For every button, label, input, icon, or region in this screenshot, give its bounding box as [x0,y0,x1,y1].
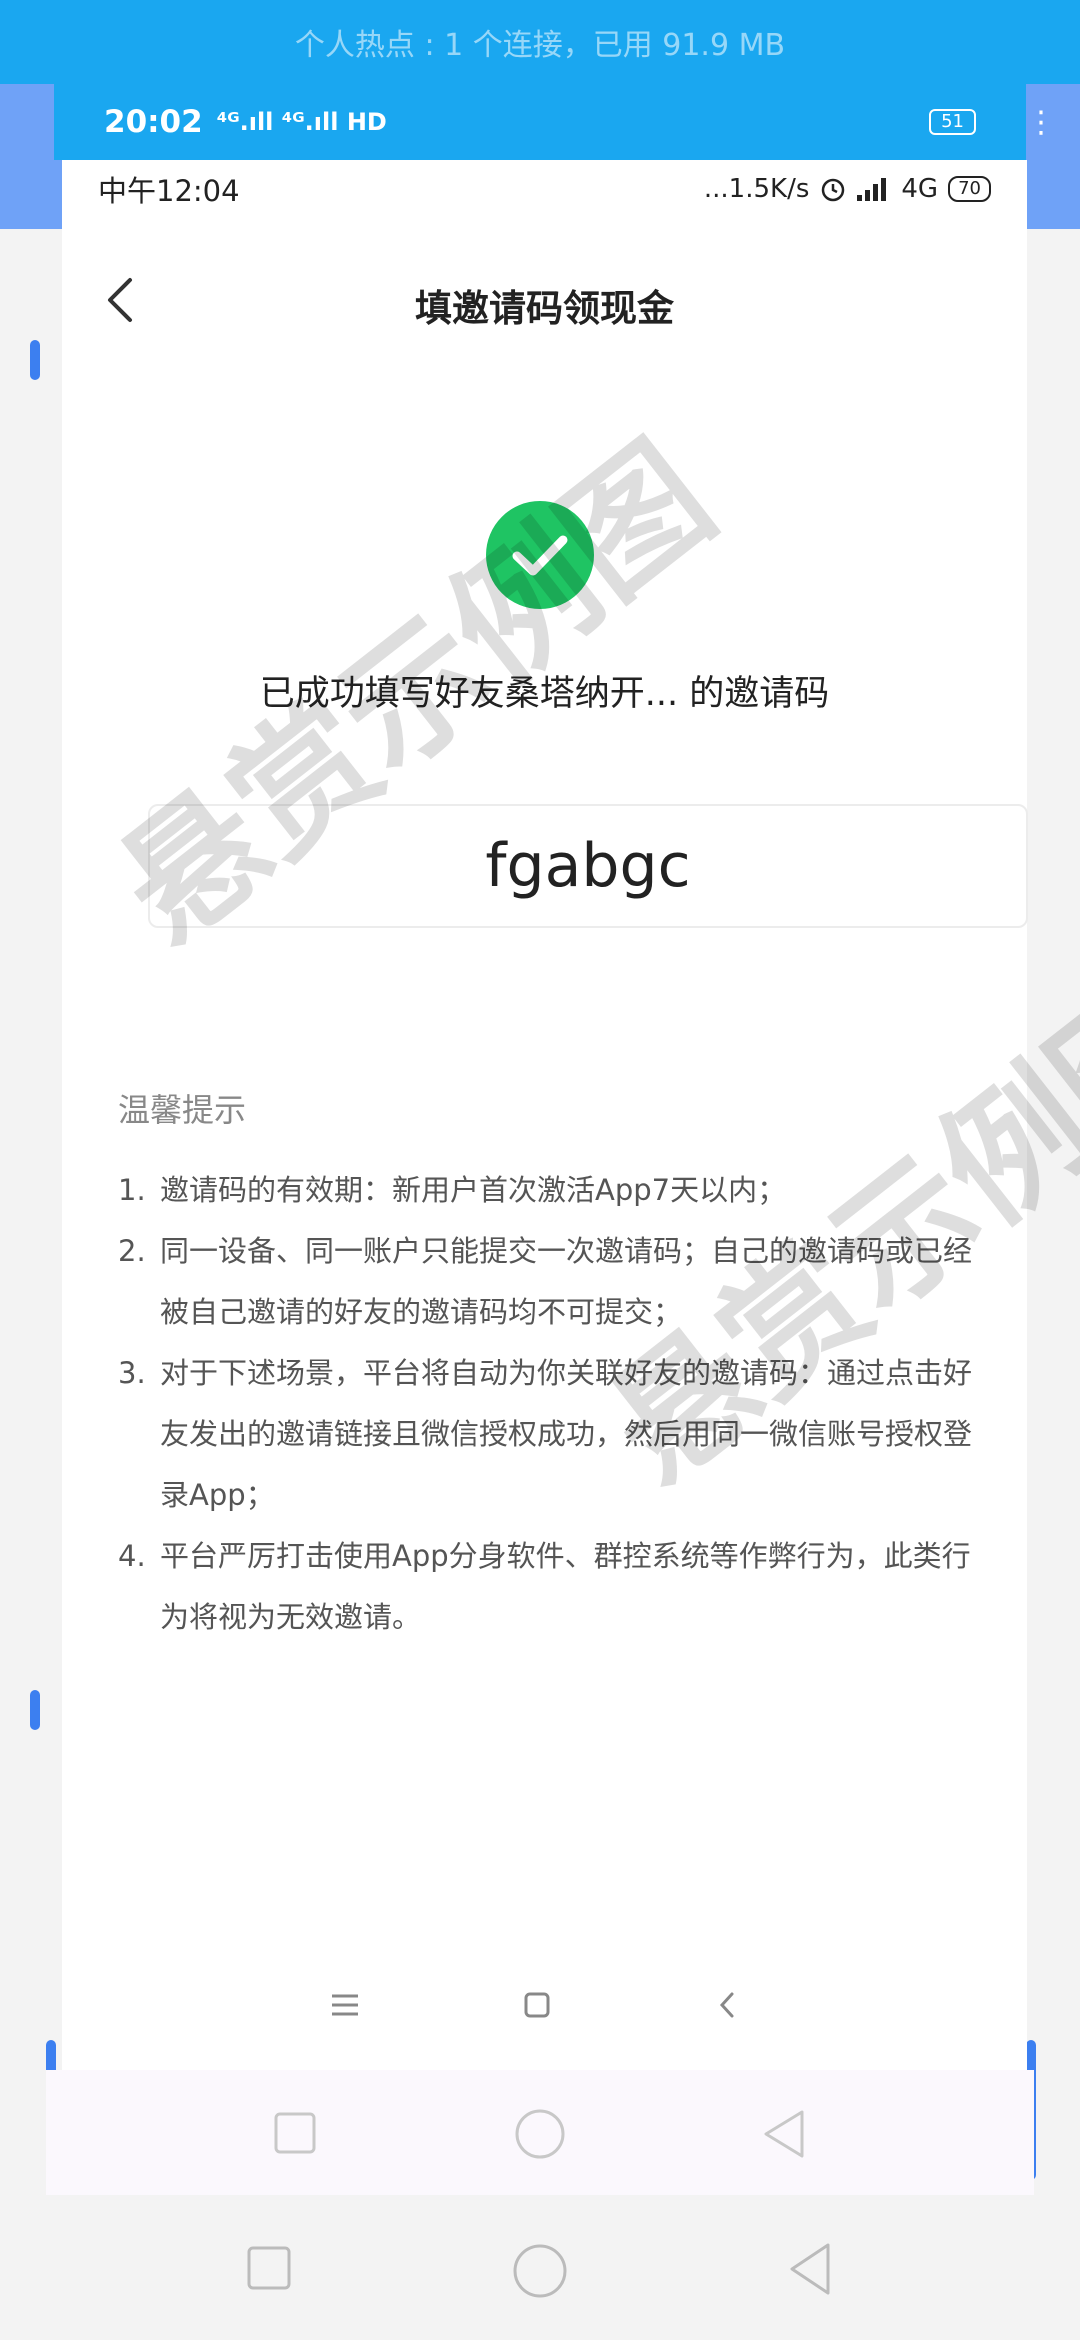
middle-status-bar: 20:02 ⁴ᴳ.ıll ⁴ᴳ.ıll HD 51 ⋮ [54,84,1056,160]
middle-navigation-bar [46,2070,1034,2195]
tip-number: 2. [118,1234,146,1268]
tips-list: 1. 邀请码的有效期：新用户首次激活App7天以内； 2. 同一设备、同一账户只… [118,1160,998,1648]
tip-text: 同一设备、同一账户只能提交一次邀请码；自己的邀请码或已经被自己邀请的好友的邀请码… [160,1234,973,1329]
network-speed: ...1.5K/s [703,174,810,204]
triangle-back-icon[interactable] [786,2241,834,2297]
inner-battery: 70 [948,176,991,202]
circle-icon[interactable] [514,2108,566,2160]
inner-status-time: 中午12:04 [98,174,240,208]
tip-text: 平台严厉打击使用App分身软件、群控系统等作弊行为，此类行为将视为无效邀请。 [160,1539,971,1634]
square-icon[interactable] [272,2110,318,2156]
page-title: 填邀请码领现金 [415,287,674,330]
tip-item: 2. 同一设备、同一账户只能提交一次邀请码；自己的邀请码或已经被自己邀请的好友的… [118,1221,998,1343]
inner-status-bar: 中午12:04 ...1.5K/s 4G 70 [62,160,1027,218]
invite-code-box: fgabgc [148,804,1028,928]
middle-status-time: 20:02 [104,104,203,140]
home-icon[interactable] [512,1980,562,2030]
hotspot-text: 个人热点 : 1 个连接，已用 91.9 MB [294,28,786,63]
inner-navigation-bar [62,1960,1027,2050]
back-icon[interactable] [702,1980,752,2030]
tip-text: 邀请码的有效期：新用户首次激活App7天以内； [160,1173,787,1207]
signal-icon [857,178,887,201]
network-type: 4G [901,174,939,204]
tips-title: 温馨提示 [118,1091,247,1129]
triangle-back-icon[interactable] [760,2108,808,2160]
blue-edge [30,340,40,380]
circle-icon[interactable] [512,2243,568,2299]
header-bar: 填邀请码领现金 [62,240,1027,360]
alarm-icon [822,178,845,202]
tip-item: 3. 对于下述场景，平台将自动为你关联好友的邀请码：通过点击好友发出的邀请链接且… [118,1343,998,1526]
hotspot-banner[interactable]: 个人热点 : 1 个连接，已用 91.9 MB [0,0,1080,84]
tip-item: 4. 平台严厉打击使用App分身软件、群控系统等作弊行为，此类行为将视为无效邀请… [118,1526,998,1648]
inner-screen: 中午12:04 ...1.5K/s 4G 70 填邀请码领现金 已成功填写好友桑… [62,160,1028,2070]
middle-signal-text: ⁴ᴳ.ıll ⁴ᴳ.ıll HD [216,108,387,136]
tip-text: 对于下述场景，平台将自动为你关联好友的邀请码：通过点击好友发出的邀请链接且微信授… [160,1356,973,1512]
success-message: 已成功填写好友桑塔纳开... 的邀请码 [259,674,830,714]
tip-number: 1. [118,1173,146,1207]
check-circle-icon [486,501,594,609]
outer-navigation-bar [0,2195,1080,2340]
tip-number: 3. [118,1356,146,1390]
more-icon[interactable]: ⋮ [1026,105,1056,140]
menu-icon[interactable] [320,1980,370,2030]
inner-status-right: ...1.5K/s 4G 70 [704,174,991,204]
tip-number: 4. [118,1539,146,1573]
invite-code: fgabgc [485,831,691,901]
square-icon[interactable] [246,2245,292,2291]
middle-battery: 51 [929,109,976,135]
tip-item: 1. 邀请码的有效期：新用户首次激活App7天以内； [118,1160,998,1221]
blue-edge [30,1690,40,1730]
